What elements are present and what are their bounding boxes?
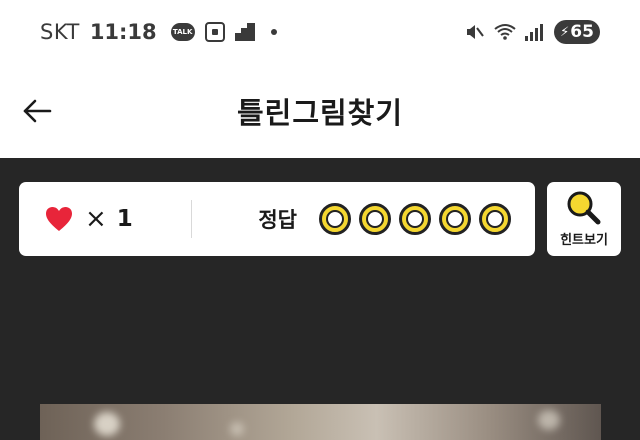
status-right: ⚡ 65 — [464, 20, 600, 44]
bokeh-light — [230, 422, 244, 436]
back-button[interactable] — [20, 97, 54, 125]
wifi-icon — [494, 22, 516, 42]
answer-label: 정답 — [258, 208, 297, 232]
stairs-icon — [234, 23, 255, 41]
puzzle-image[interactable] — [40, 404, 601, 440]
battery-icon: ⚡ 65 — [554, 20, 600, 44]
talk-icon: TALK — [170, 23, 195, 41]
bokeh-light — [538, 410, 560, 430]
answer-slot-4 — [439, 203, 471, 235]
scan-icon — [204, 22, 225, 42]
arrow-left-icon — [23, 99, 52, 123]
divider — [191, 200, 192, 238]
heart-icon — [46, 207, 72, 231]
answer-slot-1 — [319, 203, 351, 235]
signal-icon — [524, 22, 544, 42]
answer-slot-5 — [479, 203, 511, 235]
page-title: 틀린그림찾기 — [236, 96, 404, 130]
carrier-label: SKT — [40, 20, 80, 44]
lives-indicator: × 1 — [19, 206, 191, 232]
charging-bolt-icon: ⚡ — [560, 24, 570, 40]
battery-level: 65 — [570, 22, 594, 42]
hint-button[interactable]: 힌트보기 — [547, 182, 621, 256]
lives-count: 1 — [116, 206, 133, 232]
game-status-card: × 1 정답 — [19, 182, 535, 256]
clock-time: 11:18 — [89, 20, 157, 44]
status-left: SKT 11:18 TALK — [40, 20, 277, 44]
times-symbol: × — [85, 204, 107, 234]
bokeh-light — [94, 412, 120, 436]
mute-icon — [464, 22, 484, 42]
status-bar: SKT 11:18 TALK ⚡ 65 — [0, 0, 640, 64]
dot-icon — [270, 29, 277, 35]
answer-slot-3 — [399, 203, 431, 235]
magnifier-icon — [567, 191, 601, 224]
answers-indicator: 정답 — [258, 203, 535, 235]
answer-slot-2 — [359, 203, 391, 235]
hint-label: 힌트보기 — [560, 232, 608, 248]
app-header: 틀린그림찾기 — [0, 64, 640, 158]
